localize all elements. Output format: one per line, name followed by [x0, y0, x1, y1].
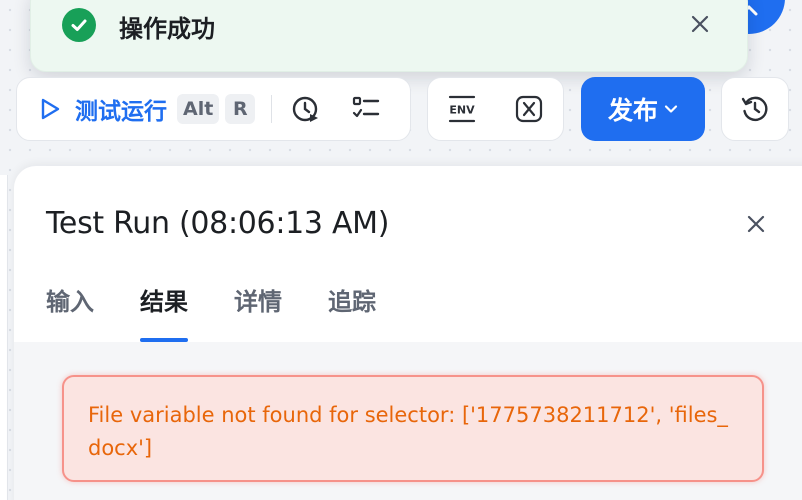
- test-run-toolbar: 测试运行 Alt R: [16, 77, 411, 141]
- error-message: File variable not found for selector: ['…: [88, 403, 728, 460]
- panel-tabs: 输入 结果 详情 追踪: [46, 274, 376, 342]
- toast-close-button[interactable]: [687, 11, 713, 37]
- toast-message: 操作成功: [119, 15, 215, 43]
- svg-text:ENV: ENV: [449, 104, 475, 117]
- test-cases-button[interactable]: [346, 89, 386, 129]
- test-run-label: 测试运行: [75, 99, 167, 125]
- variable-icon: [516, 95, 543, 123]
- history-icon: [741, 96, 768, 122]
- chevron-down-icon: [664, 105, 678, 113]
- version-history-button[interactable]: [721, 77, 789, 141]
- tab-trace[interactable]: 追踪: [328, 274, 376, 342]
- result-content: File variable not found for selector: ['…: [14, 342, 802, 500]
- play-icon: [41, 98, 60, 120]
- timer-icon: [293, 96, 319, 122]
- tab-input[interactable]: 输入: [46, 274, 94, 342]
- tab-details[interactable]: 详情: [234, 274, 282, 342]
- canvas-left-edge: [0, 175, 8, 500]
- env-icon: ENV: [448, 95, 475, 123]
- publish-label: 发布: [607, 96, 658, 125]
- shortcut-key-r: R: [225, 94, 256, 124]
- run-schedule-button[interactable]: [286, 89, 326, 129]
- checklist-icon: [353, 96, 380, 118]
- env-toolbar: ENV: [427, 77, 564, 141]
- variables-button[interactable]: [509, 89, 549, 129]
- panel-close-button[interactable]: [742, 210, 770, 238]
- success-toast: 操作成功: [30, 0, 748, 72]
- test-run-button[interactable]: 测试运行: [39, 92, 167, 126]
- tab-result[interactable]: 结果: [140, 274, 188, 342]
- error-message-box: File variable not found for selector: ['…: [62, 375, 764, 482]
- toolbar-divider: [271, 95, 273, 123]
- test-run-panel: Test Run (08:06:13 AM) 输入 结果 详情 追踪 File …: [14, 166, 802, 500]
- publish-button[interactable]: 发布: [581, 77, 705, 141]
- close-icon: [691, 15, 709, 33]
- shortcut-key-alt: Alt: [177, 94, 220, 124]
- environment-button[interactable]: ENV: [442, 89, 482, 129]
- check-circle-icon: [62, 8, 96, 42]
- panel-title: Test Run (08:06:13 AM): [46, 206, 390, 241]
- close-icon: [747, 215, 765, 233]
